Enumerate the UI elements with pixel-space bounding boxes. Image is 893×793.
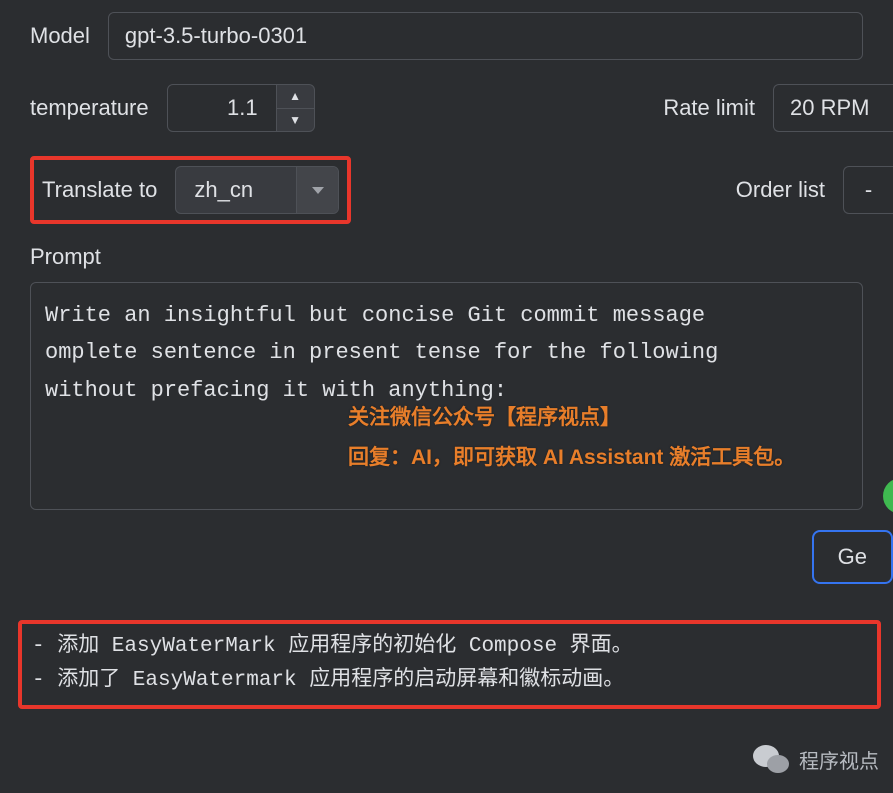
wechat-label: 程序视点 bbox=[799, 745, 879, 774]
prompt-label: Prompt bbox=[30, 244, 101, 269]
output-line-2: - 添加了 EasyWatermark 应用程序的启动屏幕和徽标动画。 bbox=[32, 664, 867, 698]
generate-button[interactable]: Ge bbox=[812, 530, 893, 584]
temperature-input[interactable]: 1.1 bbox=[167, 84, 277, 132]
watermark-overlay: 关注微信公众号【程序视点】 回复：AI，即可获取 AI Assistant 激活… bbox=[348, 398, 795, 478]
output-box: - 添加 EasyWaterMark 应用程序的初始化 Compose 界面。 … bbox=[18, 620, 881, 709]
order-list-label: Order list bbox=[736, 177, 825, 203]
overlay-line2: 回复：AI，即可获取 AI Assistant 激活工具包。 bbox=[348, 438, 795, 478]
temperature-rate-row: temperature 1.1 ▲ ▼ Rate limit 20 RPM bbox=[0, 72, 893, 144]
temperature-label: temperature bbox=[30, 95, 149, 121]
model-input[interactable]: gpt-3.5-turbo-0301 bbox=[108, 12, 863, 60]
wechat-badge: 程序视点 bbox=[753, 743, 879, 775]
overlay-line1: 关注微信公众号【程序视点】 bbox=[348, 398, 795, 438]
order-list-input[interactable]: - bbox=[843, 166, 893, 214]
button-row: Ge bbox=[0, 510, 893, 604]
output-line-1: - 添加 EasyWaterMark 应用程序的初始化 Compose 界面。 bbox=[32, 630, 867, 664]
temperature-stepper: 1.1 ▲ ▼ bbox=[167, 84, 315, 132]
temperature-stepper-buttons: ▲ ▼ bbox=[277, 84, 315, 132]
model-label: Model bbox=[30, 23, 90, 49]
stepper-up-icon[interactable]: ▲ bbox=[277, 85, 314, 109]
wechat-icon bbox=[753, 743, 791, 775]
order-list-group: Order list - bbox=[736, 166, 893, 214]
rate-limit-group: Rate limit 20 RPM bbox=[663, 84, 893, 132]
rate-limit-label: Rate limit bbox=[663, 95, 755, 121]
translate-to-label: Translate to bbox=[42, 177, 157, 203]
translate-to-value: zh_cn bbox=[176, 167, 296, 213]
temperature-group: temperature 1.1 ▲ ▼ bbox=[30, 84, 315, 132]
translate-to-select[interactable]: zh_cn bbox=[175, 166, 339, 214]
translate-order-row: Translate to zh_cn Order list - bbox=[0, 144, 893, 236]
rate-limit-input[interactable]: 20 RPM bbox=[773, 84, 893, 132]
translate-to-group: Translate to zh_cn bbox=[30, 156, 351, 224]
stepper-down-icon[interactable]: ▼ bbox=[277, 109, 314, 132]
chevron-down-icon[interactable] bbox=[296, 167, 338, 213]
model-row: Model gpt-3.5-turbo-0301 bbox=[0, 0, 893, 72]
